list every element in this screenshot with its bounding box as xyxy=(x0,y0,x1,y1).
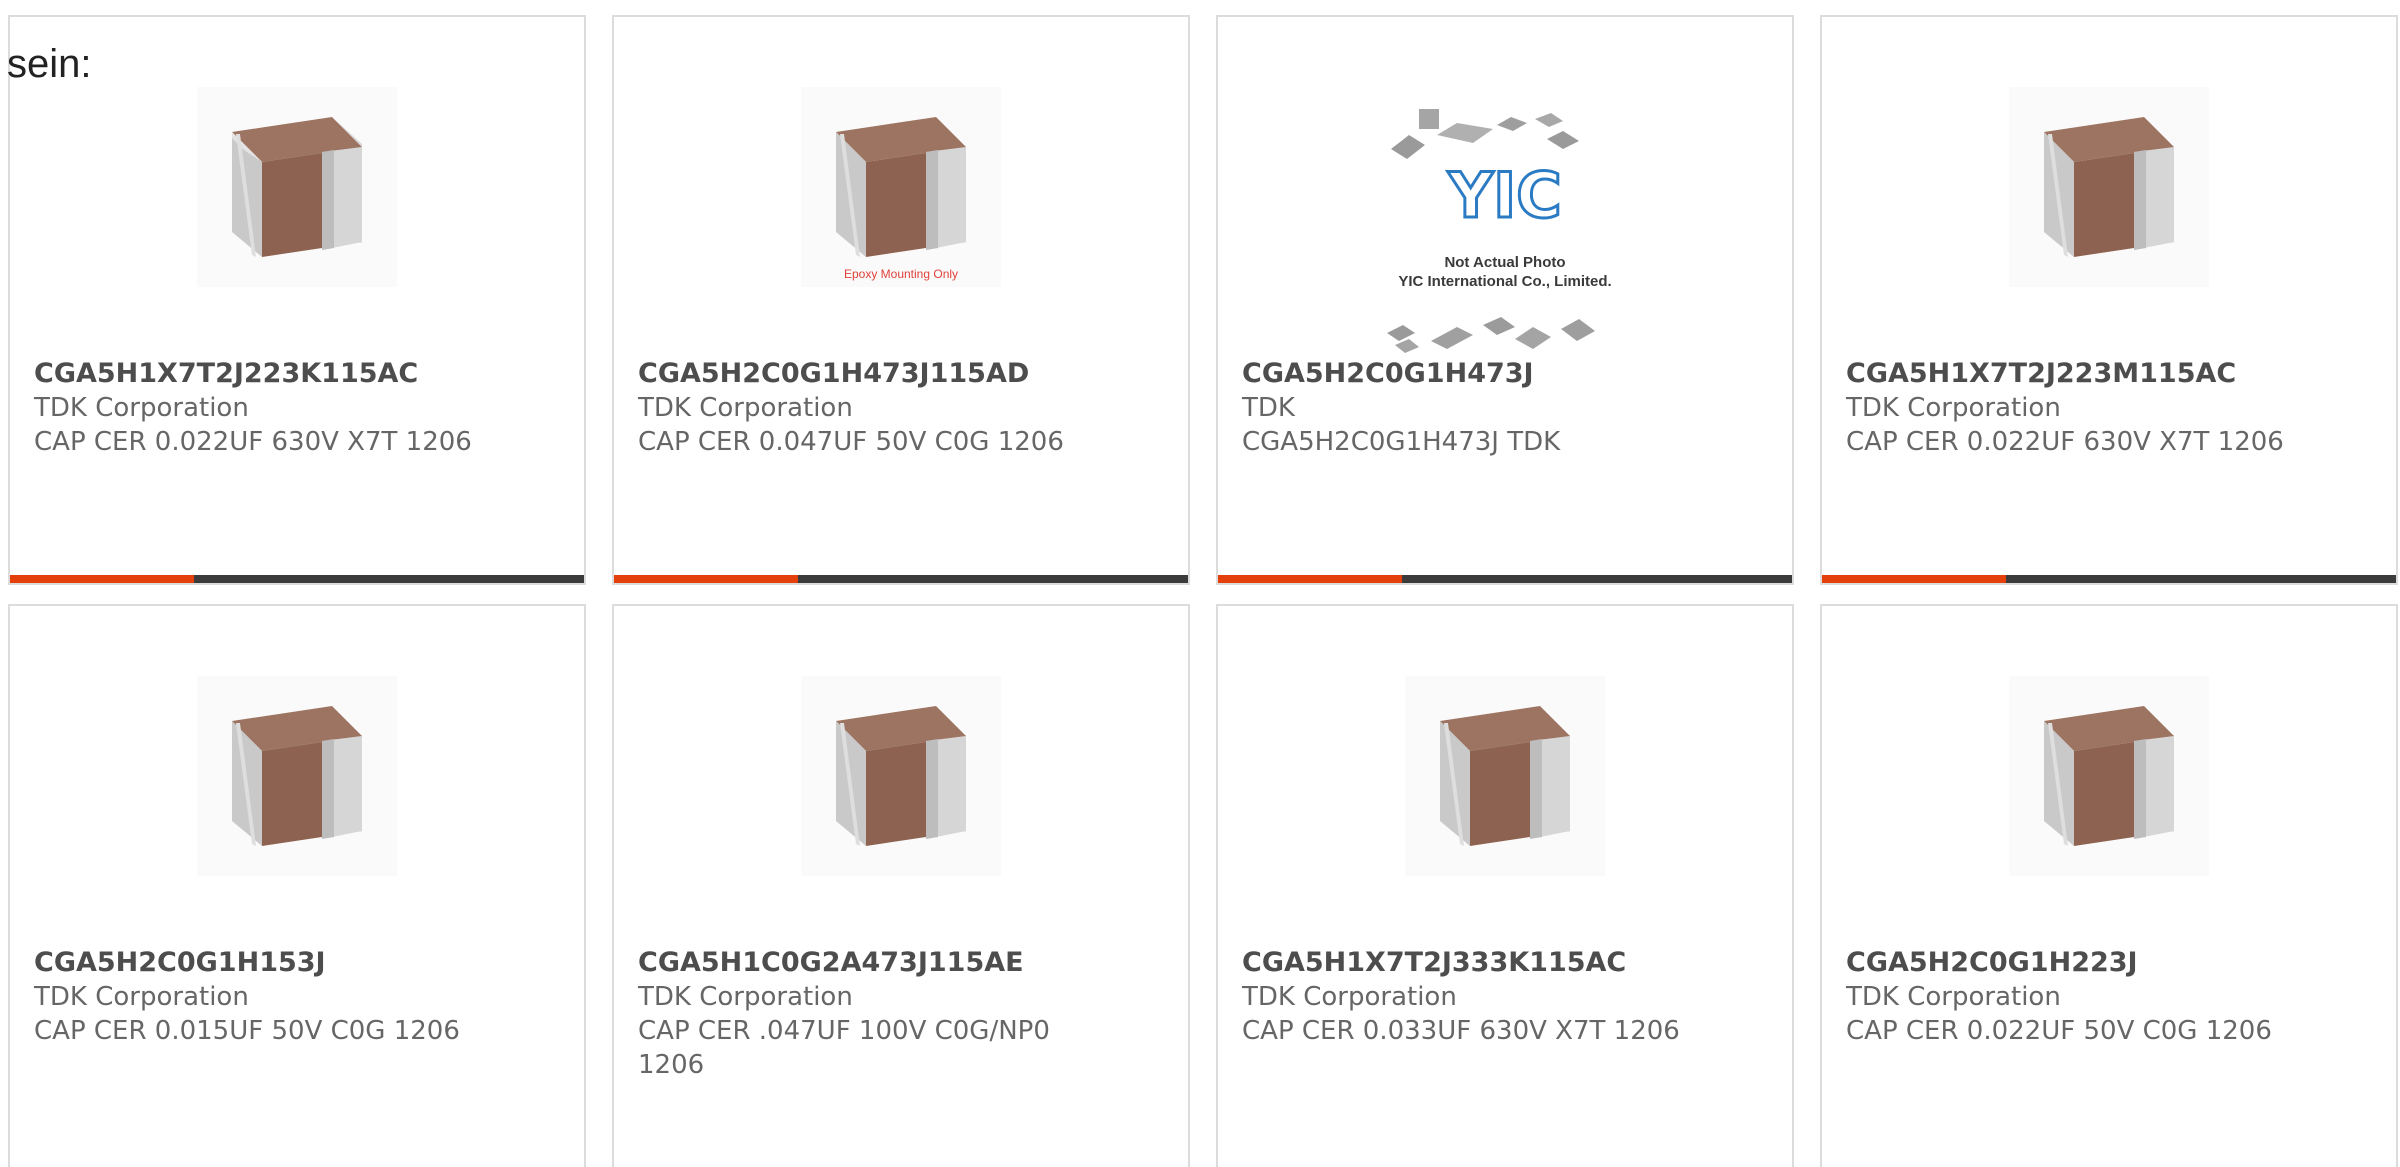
product-image[interactable] xyxy=(1405,676,1605,876)
description: CAP CER 0.033UF 630V X7T 1206 xyxy=(1242,1016,1680,1046)
yic-placeholder-icon: YIC xyxy=(1387,109,1595,353)
progress-bar-fill xyxy=(614,575,798,583)
description: CAP CER .047UF 100V C0G/NP0 1206 xyxy=(638,1016,1050,1080)
product-card[interactable]: CGA5H1C0G2A473J115AE TDK Corporation CAP… xyxy=(612,604,1190,1167)
intro-text: sein: xyxy=(7,42,92,86)
ceramic-capacitor-icon xyxy=(836,706,966,846)
progress-bar xyxy=(1218,575,1792,583)
ceramic-capacitor-icon xyxy=(2044,117,2174,257)
manufacturer: TDK Corporation xyxy=(34,982,249,1012)
part-number[interactable]: CGA5H1X7T2J223K115AC xyxy=(34,357,560,391)
progress-bar xyxy=(614,575,1188,583)
product-info: CGA5H2C0G1H153J TDK Corporation CAP CER … xyxy=(34,946,560,1048)
page: sein: CGA5H1X7T2J223K115AC TDK Corporati… xyxy=(0,0,2400,1167)
product-image[interactable] xyxy=(197,676,397,876)
product-card[interactable]: CGA5H1X7T2J333K115AC TDK Corporation CAP… xyxy=(1216,604,1794,1167)
manufacturer: TDK Corporation xyxy=(638,982,853,1012)
part-number[interactable]: CGA5H2C0G1H473J115AD xyxy=(638,357,1164,391)
product-image[interactable] xyxy=(2009,87,2209,287)
product-info: CGA5H1X7T2J223K115AC TDK Corporation CAP… xyxy=(34,357,560,459)
progress-bar-fill xyxy=(10,575,194,583)
product-card[interactable]: CGA5H2C0G1H223J TDK Corporation CAP CER … xyxy=(1820,604,2398,1167)
ceramic-capacitor-icon xyxy=(1440,706,1570,846)
product-card[interactable]: CGA5H1X7T2J223M115AC TDK Corporation CAP… xyxy=(1820,15,2398,585)
ceramic-capacitor-icon xyxy=(836,117,966,257)
ceramic-capacitor-icon xyxy=(232,117,362,257)
product-card[interactable]: YIC Not Actual Photo YIC International C… xyxy=(1216,15,1794,585)
product-info: CGA5H2C0G1H473J TDK CGA5H2C0G1H473J TDK xyxy=(1242,357,1768,459)
image-note: Not Actual Photo YIC International Co., … xyxy=(1365,253,1645,291)
product-card[interactable]: Epoxy Mounting Only CGA5H2C0G1H473J115AD… xyxy=(612,15,1190,585)
progress-bar xyxy=(10,575,584,583)
product-card[interactable]: CGA5H1X7T2J223K115AC TDK Corporation CAP… xyxy=(8,15,586,585)
description: CAP CER 0.022UF 630V X7T 1206 xyxy=(34,427,472,457)
part-number[interactable]: CGA5H2C0G1H223J xyxy=(1846,946,2372,980)
progress-bar-fill xyxy=(1218,575,1402,583)
description: CGA5H2C0G1H473J TDK xyxy=(1242,427,1561,457)
description: CAP CER 0.022UF 630V X7T 1206 xyxy=(1846,427,2284,457)
image-note-line2: YIC International Co., Limited. xyxy=(1398,273,1612,290)
product-image[interactable]: YIC Not Actual Photo YIC International C… xyxy=(1365,105,1645,363)
image-note: Epoxy Mounting Only xyxy=(843,267,959,281)
part-number[interactable]: CGA5H1C0G2A473J115AE xyxy=(638,946,1164,980)
product-image[interactable] xyxy=(801,676,1001,876)
progress-bar-fill xyxy=(1822,575,2006,583)
manufacturer: TDK Corporation xyxy=(34,393,249,423)
product-info: CGA5H1X7T2J223M115AC TDK Corporation CAP… xyxy=(1846,357,2372,459)
product-card[interactable]: CGA5H2C0G1H153J TDK Corporation CAP CER … xyxy=(8,604,586,1167)
manufacturer: TDK xyxy=(1242,393,1295,423)
product-info: CGA5H2C0G1H473J115AD TDK Corporation CAP… xyxy=(638,357,1164,459)
manufacturer: TDK Corporation xyxy=(1242,982,1457,1012)
manufacturer: TDK Corporation xyxy=(1846,393,2061,423)
yic-logo: YIC xyxy=(1447,159,1561,232)
product-image[interactable]: Epoxy Mounting Only xyxy=(801,87,1001,287)
ceramic-capacitor-icon xyxy=(2044,706,2174,846)
ceramic-capacitor-icon xyxy=(232,706,362,846)
product-image[interactable] xyxy=(197,87,397,287)
part-number[interactable]: CGA5H1X7T2J333K115AC xyxy=(1242,946,1768,980)
image-note-line1: Not Actual Photo xyxy=(1444,254,1566,271)
manufacturer: TDK Corporation xyxy=(1846,982,2061,1012)
part-number[interactable]: CGA5H1X7T2J223M115AC xyxy=(1846,357,2372,391)
part-number[interactable]: CGA5H2C0G1H153J xyxy=(34,946,560,980)
product-image[interactable] xyxy=(2009,676,2209,876)
product-grid: CGA5H1X7T2J223K115AC TDK Corporation CAP… xyxy=(0,0,2400,1167)
product-info: CGA5H1C0G2A473J115AE TDK Corporation CAP… xyxy=(638,946,1164,1082)
product-info: CGA5H2C0G1H223J TDK Corporation CAP CER … xyxy=(1846,946,2372,1048)
progress-bar xyxy=(1822,575,2396,583)
description: CAP CER 0.047UF 50V C0G 1206 xyxy=(638,427,1064,457)
description: CAP CER 0.015UF 50V C0G 1206 xyxy=(34,1016,460,1046)
part-number[interactable]: CGA5H2C0G1H473J xyxy=(1242,357,1768,391)
product-info: CGA5H1X7T2J333K115AC TDK Corporation CAP… xyxy=(1242,946,1768,1048)
manufacturer: TDK Corporation xyxy=(638,393,853,423)
description: CAP CER 0.022UF 50V C0G 1206 xyxy=(1846,1016,2272,1046)
